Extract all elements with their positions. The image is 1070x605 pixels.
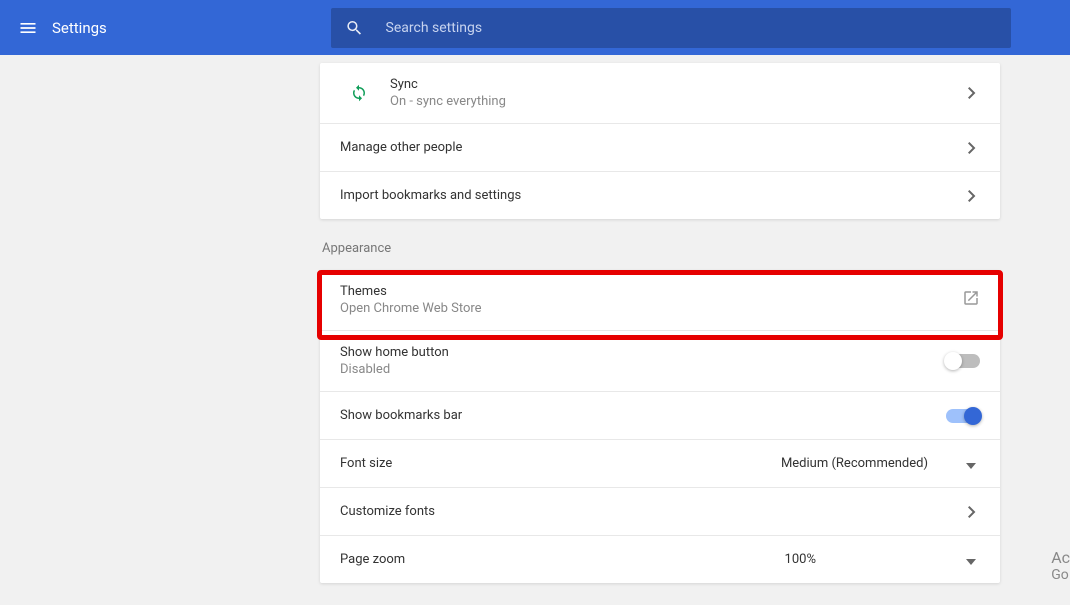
bookmarks-bar-title: Show bookmarks bar — [340, 408, 946, 423]
menu-icon[interactable] — [8, 8, 48, 48]
font-size-dropdown[interactable]: Medium (Recommended) — [781, 454, 980, 473]
chevron-right-icon — [964, 190, 980, 202]
appearance-card: Themes Open Chrome Web Store Show home b… — [320, 270, 1000, 583]
themes-title: Themes — [340, 284, 962, 299]
sync-row[interactable]: Sync On - sync everything — [320, 63, 1000, 123]
watermark-text: Ac Go — [1051, 548, 1070, 583]
search-input[interactable] — [386, 20, 997, 36]
bookmarks-bar-toggle[interactable] — [946, 409, 980, 423]
page-title: Settings — [52, 19, 107, 37]
sync-icon — [340, 84, 390, 102]
content-area: Sync On - sync everything Manage other p… — [0, 55, 1070, 583]
page-zoom-dropdown[interactable]: 100% — [785, 550, 980, 569]
font-size-value: Medium (Recommended) — [781, 456, 928, 471]
people-card: Sync On - sync everything Manage other p… — [320, 63, 1000, 219]
import-bookmarks-title: Import bookmarks and settings — [340, 188, 964, 203]
import-bookmarks-row[interactable]: Import bookmarks and settings — [320, 171, 1000, 219]
search-container[interactable] — [331, 8, 1011, 48]
appearance-header: Appearance — [320, 219, 1000, 270]
page-zoom-row[interactable]: Page zoom 100% — [320, 535, 1000, 583]
search-icon — [345, 18, 364, 38]
bookmarks-bar-row[interactable]: Show bookmarks bar — [320, 391, 1000, 439]
font-size-row[interactable]: Font size Medium (Recommended) — [320, 439, 1000, 487]
manage-people-title: Manage other people — [340, 140, 964, 155]
themes-row[interactable]: Themes Open Chrome Web Store — [320, 270, 1000, 330]
dropdown-arrow-icon — [966, 454, 976, 473]
home-button-row[interactable]: Show home button Disabled — [320, 330, 1000, 391]
external-link-icon — [962, 289, 980, 311]
themes-subtitle: Open Chrome Web Store — [340, 301, 962, 316]
header-bar: Settings — [0, 0, 1070, 55]
chevron-right-icon — [964, 506, 980, 518]
home-button-toggle[interactable] — [946, 354, 980, 368]
chevron-right-icon — [964, 87, 980, 99]
manage-people-row[interactable]: Manage other people — [320, 123, 1000, 171]
chevron-right-icon — [964, 142, 980, 154]
home-button-subtitle: Disabled — [340, 362, 946, 377]
dropdown-arrow-icon — [966, 550, 976, 569]
page-zoom-title: Page zoom — [340, 552, 785, 567]
home-button-title: Show home button — [340, 345, 946, 360]
page-zoom-value: 100% — [785, 552, 816, 567]
customize-fonts-title: Customize fonts — [340, 504, 964, 519]
sync-title: Sync — [390, 77, 964, 92]
customize-fonts-row[interactable]: Customize fonts — [320, 487, 1000, 535]
font-size-title: Font size — [340, 456, 781, 471]
sync-subtitle: On - sync everything — [390, 94, 964, 109]
